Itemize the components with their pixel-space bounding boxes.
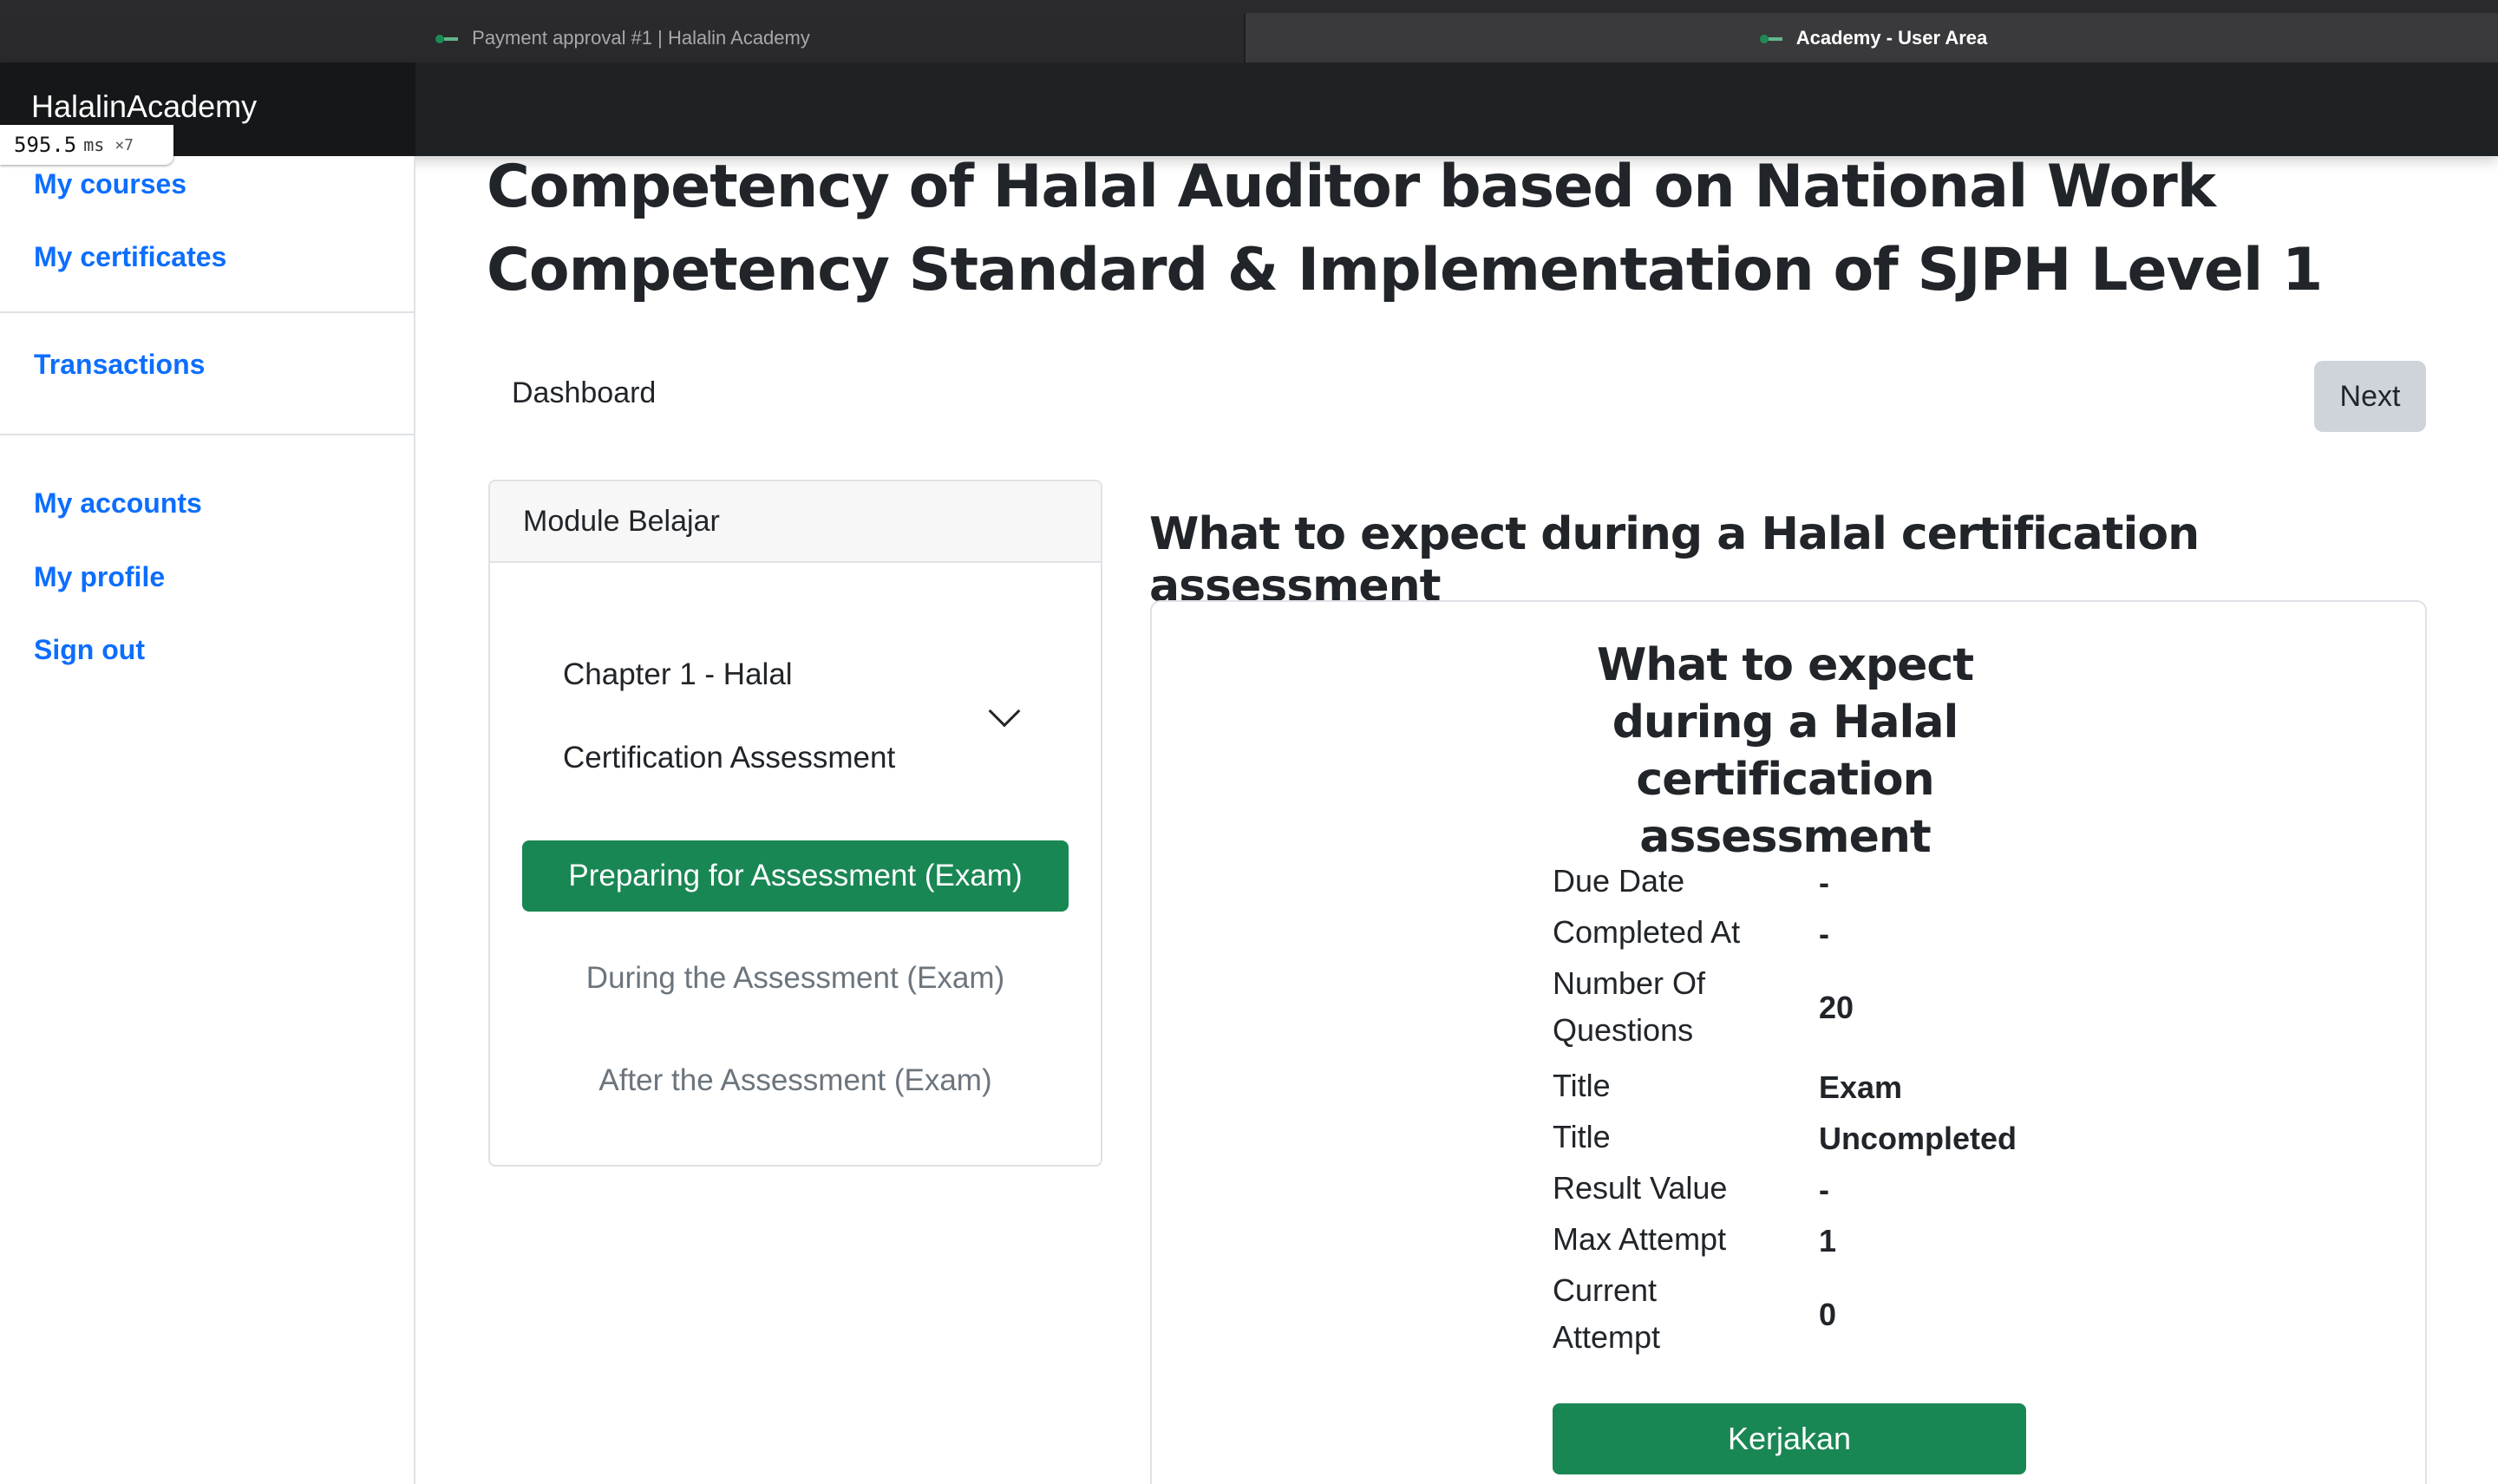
lesson-item[interactable]: After the Assessment (Exam) bbox=[522, 1045, 1069, 1116]
sidebar-item-my-courses[interactable]: My courses bbox=[34, 168, 186, 200]
browser-tab-strip: Payment approval #1 | Halalin Academy Ac… bbox=[0, 0, 2498, 62]
sidebar-divider bbox=[0, 311, 414, 313]
detail-value: 1 bbox=[1819, 1223, 1837, 1258]
browser-tab-user-area[interactable]: Academy - User Area bbox=[1247, 13, 2498, 62]
performance-badge: 595.5 ms ×7 bbox=[0, 125, 173, 165]
halalin-favicon-icon bbox=[434, 31, 460, 45]
halalin-favicon-icon bbox=[1758, 31, 1784, 45]
module-card: Module Belajar Chapter 1 - Halal Certifi… bbox=[488, 480, 1102, 1167]
lesson-item[interactable]: During the Assessment (Exam) bbox=[522, 943, 1069, 1014]
detail-label: Current Attempt bbox=[1553, 1272, 1661, 1355]
sidebar-item-my-profile[interactable]: My profile bbox=[34, 561, 165, 593]
section-title: What to expect during a Halal certificat… bbox=[1149, 508, 2200, 612]
detail-value: 0 bbox=[1819, 1297, 1837, 1332]
detail-value: 20 bbox=[1819, 990, 1854, 1025]
sidebar-item-transactions[interactable]: Transactions bbox=[34, 349, 205, 381]
sidebar: My courses My certificates Transactions … bbox=[0, 156, 415, 1484]
next-button[interactable]: Next bbox=[2314, 361, 2426, 432]
detail-label: Max Attempt bbox=[1553, 1221, 1727, 1257]
detail-label: Completed At bbox=[1553, 914, 1741, 950]
page-title: Competency of Halal Auditor based on Nat… bbox=[487, 153, 2323, 304]
detail-value: - bbox=[1819, 865, 1829, 900]
detail-value: Exam bbox=[1819, 1069, 1903, 1105]
detail-value: - bbox=[1819, 1172, 1829, 1207]
detail-label: Number Of Questions bbox=[1553, 965, 1706, 1048]
browser-tab-label: Payment approval #1 | Halalin Academy bbox=[472, 26, 810, 49]
detail-label: Title bbox=[1553, 1068, 1611, 1103]
browser-tab-label: Academy - User Area bbox=[1795, 26, 1988, 49]
breadcrumb-dashboard[interactable]: Dashboard bbox=[512, 376, 656, 410]
sidebar-item-my-accounts[interactable]: My accounts bbox=[34, 487, 202, 520]
detail-label: Title bbox=[1553, 1119, 1611, 1154]
perf-value: 595.5 bbox=[14, 133, 77, 157]
sidebar-item-my-certificates[interactable]: My certificates bbox=[34, 241, 226, 273]
perf-multiplier: ×7 bbox=[114, 135, 134, 154]
lesson-item-active[interactable]: Preparing for Assessment (Exam) bbox=[522, 840, 1069, 912]
start-exam-button[interactable]: Kerjakan bbox=[1553, 1403, 2026, 1474]
sidebar-divider bbox=[0, 434, 414, 435]
brand-logo-text[interactable]: HalalinAcademy bbox=[31, 88, 257, 125]
browser-tab-payment-approval[interactable]: Payment approval #1 | Halalin Academy bbox=[0, 13, 1246, 62]
detail-label: Result Value bbox=[1553, 1170, 1728, 1206]
detail-value: - bbox=[1819, 916, 1829, 951]
exam-detail-card: What to expect during a Halal certificat… bbox=[1150, 600, 2427, 1484]
card-title: What to expect during a Halal certificat… bbox=[1596, 639, 1974, 863]
detail-value: Uncompleted bbox=[1819, 1121, 2017, 1156]
chevron-down-icon[interactable] bbox=[988, 695, 1021, 728]
detail-label: Due Date bbox=[1553, 863, 1685, 899]
top-navbar: HalalinAcademy 595.5 ms ×7 bbox=[0, 62, 2498, 165]
chapter-accordion-toggle[interactable]: Chapter 1 - Halal Certification Assessme… bbox=[563, 633, 953, 800]
sidebar-item-sign-out[interactable]: Sign out bbox=[34, 634, 145, 666]
module-card-header: Module Belajar bbox=[490, 481, 1101, 563]
perf-unit: ms bbox=[83, 134, 105, 155]
